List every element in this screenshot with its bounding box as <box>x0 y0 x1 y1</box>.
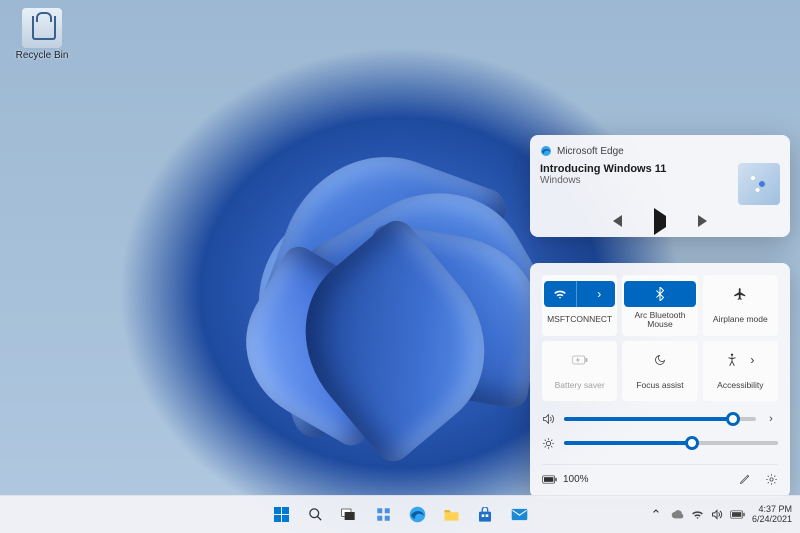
volume-slider[interactable] <box>564 417 756 421</box>
bluetooth-icon <box>655 287 665 301</box>
wifi-label: MSFTCONNECT <box>544 311 615 329</box>
task-view-icon <box>341 508 357 522</box>
airplane-label: Airplane mode <box>705 311 776 329</box>
focus-assist-tile[interactable]: Focus assist <box>622 341 697 401</box>
battery-saver-label: Battery saver <box>544 377 615 395</box>
wifi-icon <box>544 281 577 307</box>
accessibility-tile[interactable]: › Accessibility <box>703 341 778 401</box>
chevron-right-icon[interactable]: › <box>764 413 778 425</box>
store-button[interactable] <box>470 500 500 530</box>
focus-assist-label: Focus assist <box>624 377 695 395</box>
skip-forward-icon <box>696 215 710 227</box>
volume-slider-row: › <box>542 413 778 425</box>
search-button[interactable] <box>300 500 330 530</box>
accessibility-icon <box>726 353 738 367</box>
battery-percent: 100% <box>563 474 589 485</box>
sun-icon <box>542 437 556 450</box>
media-track-title: Introducing Windows 11 <box>540 163 728 175</box>
settings-button[interactable] <box>765 473 778 486</box>
taskbar: ⌃ 4:37 PM 6/24/2021 <box>0 495 800 533</box>
next-track-button[interactable] <box>696 215 710 227</box>
chevron-right-icon: › <box>750 353 754 367</box>
quick-settings-panel: › MSFTCONNECT Arc Bluetooth Mouse Airpla… <box>530 263 790 498</box>
battery-saver-icon <box>572 355 588 365</box>
edge-taskbar-button[interactable] <box>402 500 432 530</box>
edge-icon <box>540 145 552 157</box>
media-app-header: Microsoft Edge <box>540 145 780 157</box>
airplane-icon <box>733 287 747 301</box>
start-button[interactable] <box>266 500 296 530</box>
store-icon <box>477 507 493 523</box>
media-album-art <box>738 163 780 205</box>
media-track-artist: Windows <box>540 175 728 186</box>
windows-logo-icon <box>274 507 289 522</box>
search-icon <box>308 507 323 522</box>
system-tray[interactable] <box>671 509 746 520</box>
wifi-icon <box>691 509 704 520</box>
edge-icon <box>409 506 426 523</box>
wifi-tile[interactable]: › MSFTCONNECT <box>542 275 617 336</box>
bluetooth-tile[interactable]: Arc Bluetooth Mouse <box>622 275 697 336</box>
media-app-name: Microsoft Edge <box>557 146 624 157</box>
file-explorer-button[interactable] <box>436 500 466 530</box>
battery-icon <box>730 510 746 519</box>
airplane-mode-tile[interactable]: Airplane mode <box>703 275 778 336</box>
tray-overflow-button[interactable]: ⌃ <box>647 500 665 530</box>
onedrive-icon <box>671 510 684 519</box>
moon-icon <box>654 354 666 366</box>
chevron-right-icon: › <box>583 281 615 307</box>
speaker-icon <box>711 509 723 520</box>
pencil-icon <box>739 473 751 485</box>
folder-icon <box>443 508 460 522</box>
battery-icon <box>542 475 558 484</box>
edit-quick-settings-button[interactable] <box>739 473 751 486</box>
taskbar-clock[interactable]: 4:37 PM 6/24/2021 <box>752 505 792 525</box>
mail-icon <box>511 508 528 521</box>
widgets-icon <box>376 507 391 522</box>
recycle-bin-label: Recycle Bin <box>12 50 72 61</box>
recycle-bin-icon[interactable]: Recycle Bin <box>12 8 72 61</box>
media-control-panel: Microsoft Edge Introducing Windows 11 Wi… <box>530 135 790 237</box>
battery-saver-tile[interactable]: Battery saver <box>542 341 617 401</box>
previous-track-button[interactable] <box>610 215 624 227</box>
task-view-button[interactable] <box>334 500 364 530</box>
brightness-slider[interactable] <box>564 441 778 445</box>
chevron-up-icon: ⌃ <box>651 507 662 523</box>
bluetooth-label: Arc Bluetooth Mouse <box>624 311 695 330</box>
gear-icon <box>765 473 778 486</box>
speaker-icon <box>542 413 556 425</box>
accessibility-label: Accessibility <box>705 377 776 395</box>
trash-icon <box>22 8 62 48</box>
mail-button[interactable] <box>504 500 534 530</box>
skip-back-icon <box>610 215 624 227</box>
clock-date: 6/24/2021 <box>752 515 792 525</box>
widgets-button[interactable] <box>368 500 398 530</box>
play-icon <box>654 208 666 235</box>
brightness-slider-row <box>542 437 778 450</box>
battery-status[interactable]: 100% <box>542 474 589 485</box>
play-button[interactable] <box>654 216 666 227</box>
